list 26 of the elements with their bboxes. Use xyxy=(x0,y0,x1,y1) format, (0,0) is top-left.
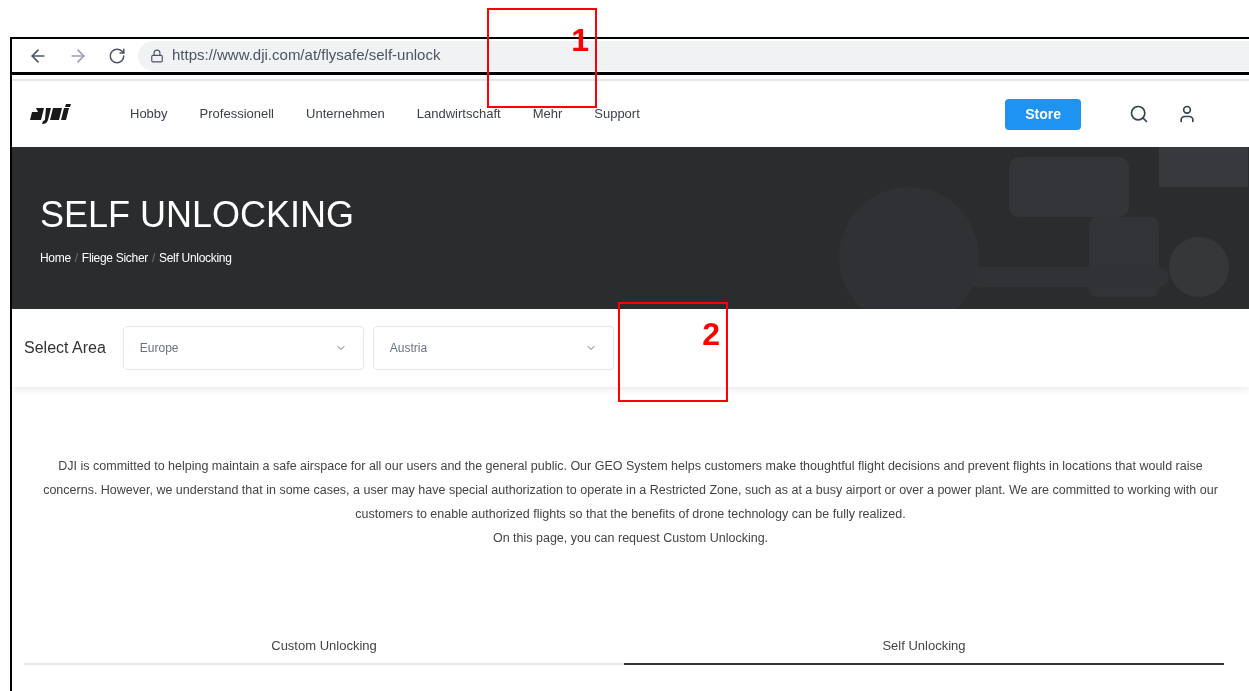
breadcrumb-separator: / xyxy=(74,250,78,267)
lock-icon xyxy=(150,48,164,63)
breadcrumb-link[interactable]: Fliege Sicher xyxy=(81,249,148,267)
nav-link[interactable]: Hobby xyxy=(130,104,168,124)
breadcrumb-separator: / xyxy=(152,250,156,267)
select-area-label: Select Area xyxy=(24,338,106,358)
nav-link[interactable]: Mehr xyxy=(532,104,563,124)
logo-icon[interactable] xyxy=(28,104,74,124)
tab[interactable]: Self Unlocking xyxy=(624,628,1224,665)
breadcrumb-link[interactable]: Self Unlocking xyxy=(159,249,232,267)
intro-paragraph: DJI is committed to helping maintain a safe airspace for all our users and the general public. Our GEO System helps customers make thoughtful flight decisions and prevent flights in locations that would raise concerns. However, we understand that in some cases, a user may have special authorization to operate in a Restricted Zone, such as at a busy airport or over a power plant. We are committed to working with our customers to enable authorized flights so that the benefits of drone technology can be fully realized. xyxy=(42,458,1219,523)
annotation-number: 2 xyxy=(702,318,720,350)
area-dropdown[interactable]: Austria xyxy=(372,326,614,370)
nav-link[interactable]: Landwirtschaft xyxy=(416,104,501,124)
intro-note: On this page, you can request Custom Unlocking. xyxy=(492,530,769,547)
nav-link[interactable]: Professionell xyxy=(199,104,274,124)
breadcrumb-link[interactable]: Home xyxy=(40,249,71,267)
page-title: SELF UNLOCKING xyxy=(40,197,356,233)
url-text: https://www.dji.com/at/flysafe/self-unlock xyxy=(172,45,441,66)
area-dropdown[interactable]: Europe xyxy=(122,326,364,370)
reload-icon[interactable] xyxy=(108,46,126,65)
user-icon[interactable] xyxy=(1177,104,1197,124)
search-icon[interactable] xyxy=(1129,104,1149,124)
tab[interactable]: Custom Unlocking xyxy=(24,628,624,665)
nav-link[interactable]: Support xyxy=(594,104,640,124)
nav-link[interactable]: Unternehmen xyxy=(306,104,385,124)
